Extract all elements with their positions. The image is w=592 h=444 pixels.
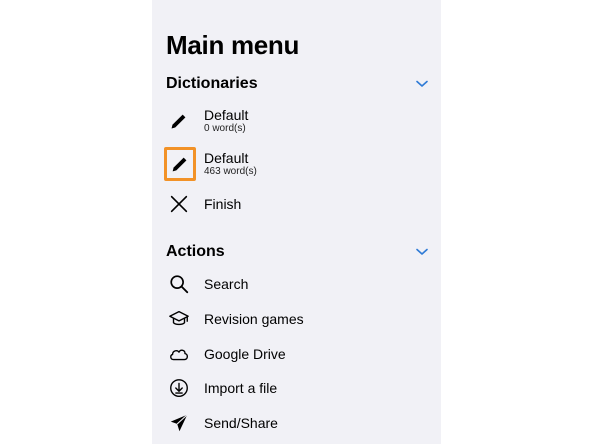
section-actions-header[interactable]: Actions — [166, 240, 428, 264]
action-label: Import a file — [204, 380, 278, 396]
dictionary-word-count: 0 word(s) — [204, 123, 246, 134]
dictionary-word-count: 463 word(s) — [204, 166, 257, 177]
close-icon — [164, 189, 194, 219]
finish-label: Finish — [204, 196, 242, 212]
dictionary-item-default-0[interactable]: Default 0 word(s) — [164, 104, 430, 138]
action-label: Search — [204, 276, 249, 292]
page-title: Main menu — [166, 30, 300, 60]
dictionary-name: Default — [204, 107, 249, 123]
action-item-revision-games[interactable]: Revision games — [164, 302, 430, 336]
action-item-send-share[interactable]: Send/Share — [164, 406, 430, 440]
action-item-search[interactable]: Search — [164, 267, 430, 301]
pencil-icon[interactable] — [164, 147, 196, 181]
dictionary-name: Default — [204, 150, 249, 166]
main-menu-panel: Main menu Dictionaries Default 0 word(s)… — [152, 0, 441, 444]
send-icon — [164, 408, 194, 438]
action-label: Google Drive — [204, 346, 286, 362]
finish-item[interactable]: Finish — [164, 187, 430, 221]
action-item-import-file[interactable]: Import a file — [164, 371, 430, 405]
chevron-down-icon[interactable] — [416, 246, 428, 258]
cloud-icon — [164, 339, 194, 369]
dictionary-item-default-1[interactable]: Default 463 word(s) — [164, 147, 430, 181]
section-title: Actions — [166, 243, 225, 260]
download-circle-icon — [164, 373, 194, 403]
search-icon — [164, 269, 194, 299]
action-label: Revision games — [204, 311, 304, 327]
section-dictionaries-header[interactable]: Dictionaries — [166, 72, 428, 96]
action-label: Send/Share — [204, 415, 278, 431]
section-title: Dictionaries — [166, 75, 258, 92]
graduation-cap-icon — [164, 304, 194, 334]
chevron-down-icon[interactable] — [416, 78, 428, 90]
action-item-google-drive[interactable]: Google Drive — [164, 337, 430, 371]
pencil-icon[interactable] — [164, 106, 194, 136]
